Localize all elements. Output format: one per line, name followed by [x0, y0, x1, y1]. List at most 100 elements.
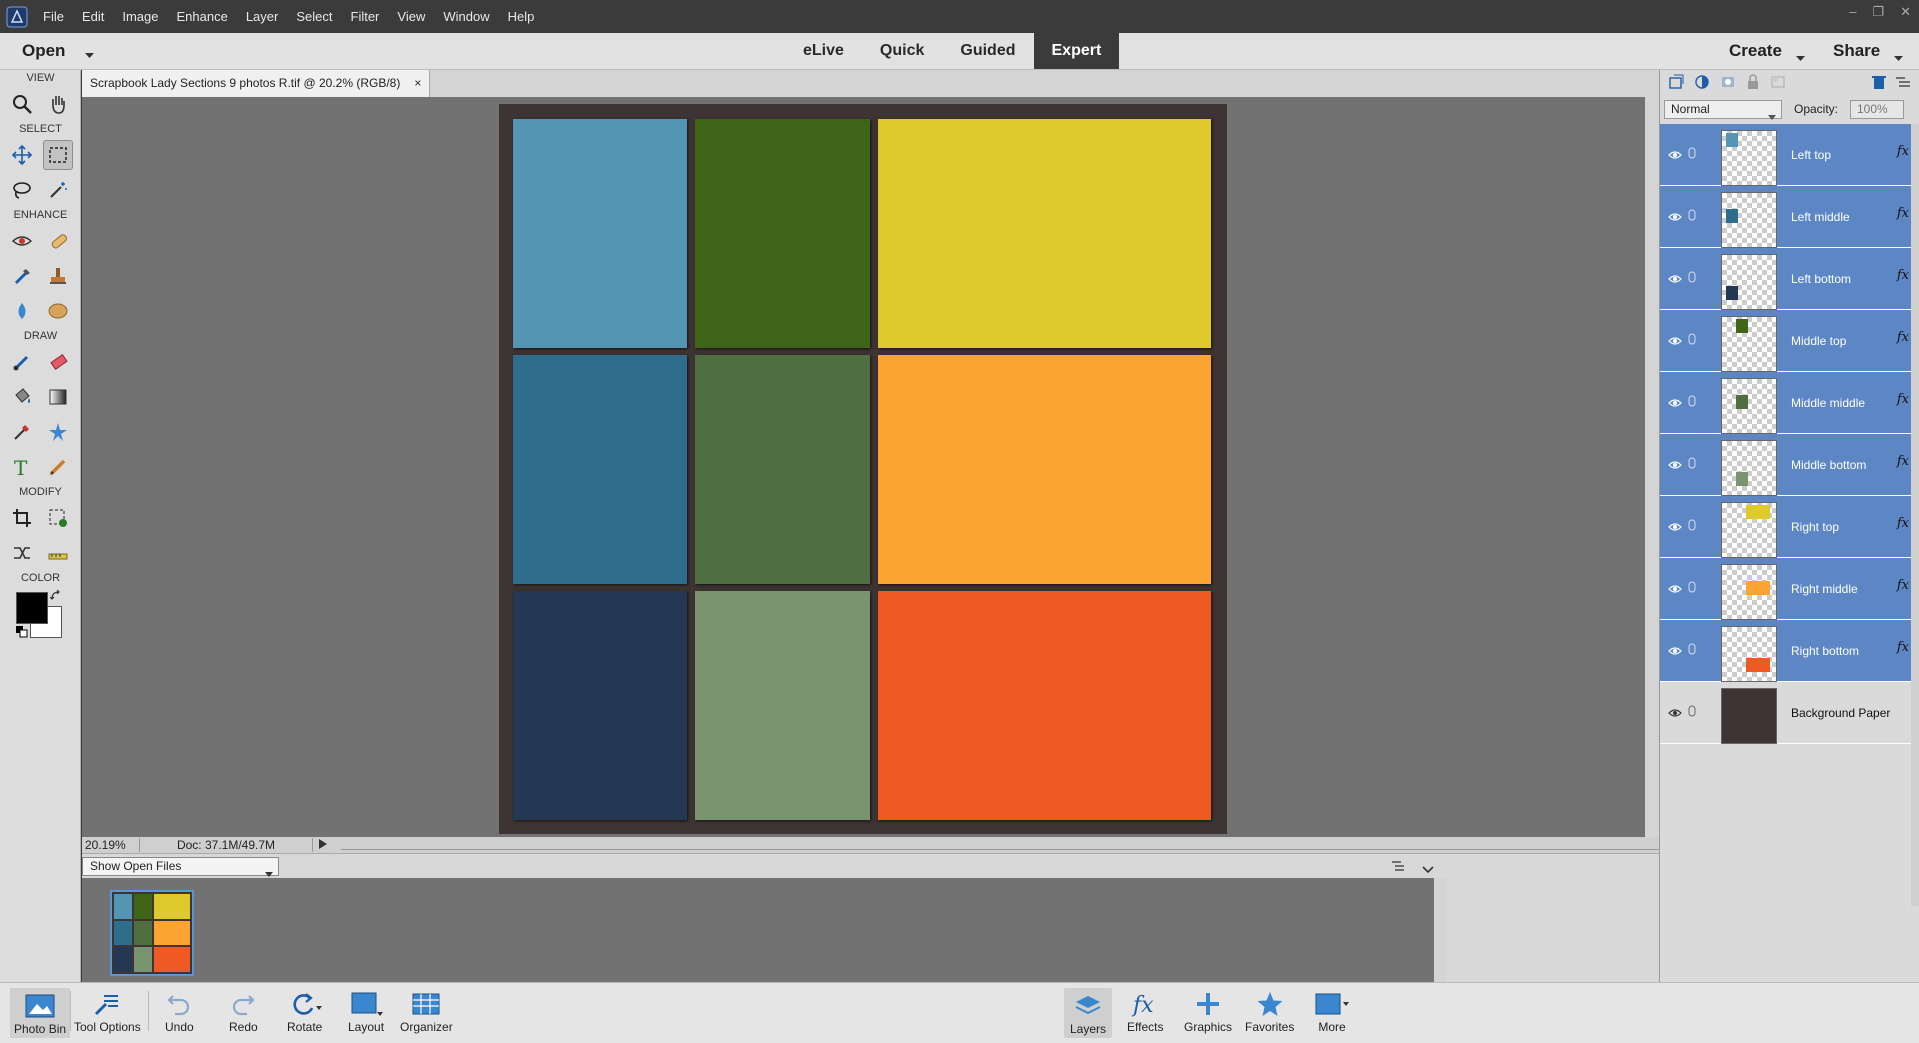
default-colors-icon[interactable] — [16, 626, 28, 641]
clone-stamp-icon[interactable] — [43, 261, 73, 291]
close-tab-icon[interactable]: × — [414, 70, 421, 97]
delete-layer-icon[interactable] — [1872, 74, 1886, 93]
tab-guided[interactable]: Guided — [942, 33, 1033, 69]
new-layer-icon[interactable] — [1668, 74, 1684, 93]
layer-row[interactable]: Right top fx — [1660, 496, 1919, 558]
layer-style-fx-icon[interactable]: fx — [1897, 454, 1909, 469]
tab-quick[interactable]: Quick — [862, 33, 942, 69]
layer-name[interactable]: Right bottom — [1791, 644, 1859, 658]
layer-style-fx-icon[interactable]: fx — [1897, 268, 1909, 283]
lock-transparent-icon[interactable] — [1770, 74, 1786, 93]
status-menu-arrow-icon[interactable] — [319, 838, 327, 852]
menu-window[interactable]: Window — [434, 9, 498, 24]
photo-middle-bottom[interactable] — [695, 591, 870, 820]
menu-layer[interactable]: Layer — [237, 9, 288, 24]
layer-name[interactable]: Background Paper — [1791, 706, 1890, 720]
layer-name[interactable]: Middle top — [1791, 334, 1846, 348]
effects-button[interactable]: fx Effects — [1127, 988, 1163, 1034]
bin-scrollbar[interactable] — [1434, 878, 1446, 982]
custom-shape-icon[interactable] — [43, 417, 73, 447]
layer-style-fx-icon[interactable]: fx — [1897, 578, 1909, 593]
link-icon[interactable] — [1688, 209, 1696, 224]
layer-name[interactable]: Left bottom — [1791, 272, 1851, 286]
hand-tool-icon[interactable] — [43, 89, 73, 119]
tool-options-button[interactable]: Tool Options — [74, 988, 141, 1034]
blur-tool-icon[interactable] — [7, 296, 37, 326]
sponge-tool-icon[interactable] — [43, 296, 73, 326]
open-button[interactable]: Open — [22, 41, 65, 61]
link-icon[interactable] — [1688, 395, 1696, 410]
menu-file[interactable]: File — [34, 9, 73, 24]
paint-bucket-icon[interactable] — [7, 382, 37, 412]
opacity-field[interactable]: 100% — [1850, 100, 1904, 119]
eye-icon[interactable] — [1668, 272, 1682, 287]
eye-icon[interactable] — [1668, 334, 1682, 349]
eye-icon[interactable] — [1668, 520, 1682, 535]
more-button[interactable]: More — [1314, 988, 1350, 1034]
swap-colors-icon[interactable] — [49, 589, 62, 605]
healing-brush-icon[interactable] — [43, 226, 73, 256]
layer-row[interactable]: Middle middle fx — [1660, 372, 1919, 434]
layer-name[interactable]: Left top — [1791, 148, 1831, 162]
layer-style-fx-icon[interactable]: fx — [1897, 640, 1909, 655]
eye-icon[interactable] — [1668, 458, 1682, 473]
eye-icon[interactable] — [1668, 148, 1682, 163]
favorites-button[interactable]: Favorites — [1245, 988, 1294, 1034]
eye-icon[interactable] — [1668, 706, 1682, 721]
eye-icon[interactable] — [1668, 210, 1682, 225]
open-dropdown-icon[interactable] — [85, 47, 94, 62]
canvas-vertical-scrollbar[interactable] — [1645, 97, 1659, 837]
photo-bin-button[interactable]: Photo Bin — [10, 988, 71, 1038]
lock-all-icon[interactable] — [1746, 74, 1760, 93]
menu-enhance[interactable]: Enhance — [168, 9, 237, 24]
eraser-tool-icon[interactable] — [43, 347, 73, 377]
panel-menu-icon[interactable] — [1896, 76, 1910, 91]
link-icon[interactable] — [1688, 705, 1696, 720]
layer-row[interactable]: Middle bottom fx — [1660, 434, 1919, 496]
link-icon[interactable] — [1688, 147, 1696, 162]
foreground-color-swatch[interactable] — [16, 592, 48, 624]
layer-name[interactable]: Left middle — [1791, 210, 1850, 224]
menu-help[interactable]: Help — [499, 9, 544, 24]
layer-name[interactable]: Middle bottom — [1791, 458, 1866, 472]
lasso-tool-icon[interactable] — [7, 175, 37, 205]
layer-row[interactable]: Left top fx — [1660, 124, 1919, 186]
canvas-horizontal-scrollbar[interactable] — [341, 840, 1659, 850]
layer-row[interactable]: Right bottom fx — [1660, 620, 1919, 682]
layers-scrollbar[interactable] — [1911, 124, 1919, 906]
eye-icon[interactable] — [1668, 644, 1682, 659]
menu-image[interactable]: Image — [113, 9, 167, 24]
content-aware-move-icon[interactable] — [7, 538, 37, 568]
create-button[interactable]: Create — [1729, 41, 1782, 61]
share-button[interactable]: Share — [1833, 41, 1880, 61]
magic-wand-icon[interactable] — [43, 175, 73, 205]
layer-style-fx-icon[interactable]: fx — [1897, 392, 1909, 407]
eye-icon[interactable] — [1668, 396, 1682, 411]
photo-right-top[interactable] — [878, 119, 1211, 348]
gradient-tool-icon[interactable] — [43, 382, 73, 412]
layer-row[interactable]: Middle top fx — [1660, 310, 1919, 372]
collapse-bin-icon[interactable] — [1422, 862, 1434, 877]
document-tab[interactable]: Scrapbook Lady Sections 9 photos R.tif @… — [82, 70, 431, 97]
open-file-thumbnail[interactable] — [110, 890, 194, 976]
menu-edit[interactable]: Edit — [73, 9, 113, 24]
layer-name[interactable]: Right top — [1791, 520, 1839, 534]
layer-name[interactable]: Right middle — [1791, 582, 1858, 596]
photo-middle-middle[interactable] — [695, 355, 870, 584]
layer-mask-icon[interactable] — [1720, 74, 1736, 93]
layers-panel-button[interactable]: Layers — [1064, 988, 1113, 1038]
create-dropdown-icon[interactable] — [1796, 47, 1805, 67]
layer-style-fx-icon[interactable]: fx — [1897, 144, 1909, 159]
show-open-files-dropdown[interactable]: Show Open Files — [82, 857, 279, 877]
brush-tool-icon[interactable] — [7, 347, 37, 377]
recompose-tool-icon[interactable] — [43, 503, 73, 533]
bin-options-icon[interactable] — [1392, 860, 1406, 875]
menu-select[interactable]: Select — [287, 9, 341, 24]
link-icon[interactable] — [1688, 581, 1696, 596]
crop-tool-icon[interactable] — [7, 503, 37, 533]
layer-row[interactable]: Left bottom fx — [1660, 248, 1919, 310]
rotate-button[interactable]: Rotate — [287, 988, 322, 1034]
graphics-button[interactable]: Graphics — [1184, 988, 1232, 1034]
photo-left-middle[interactable] — [513, 355, 687, 584]
marquee-tool-icon[interactable] — [43, 139, 73, 170]
